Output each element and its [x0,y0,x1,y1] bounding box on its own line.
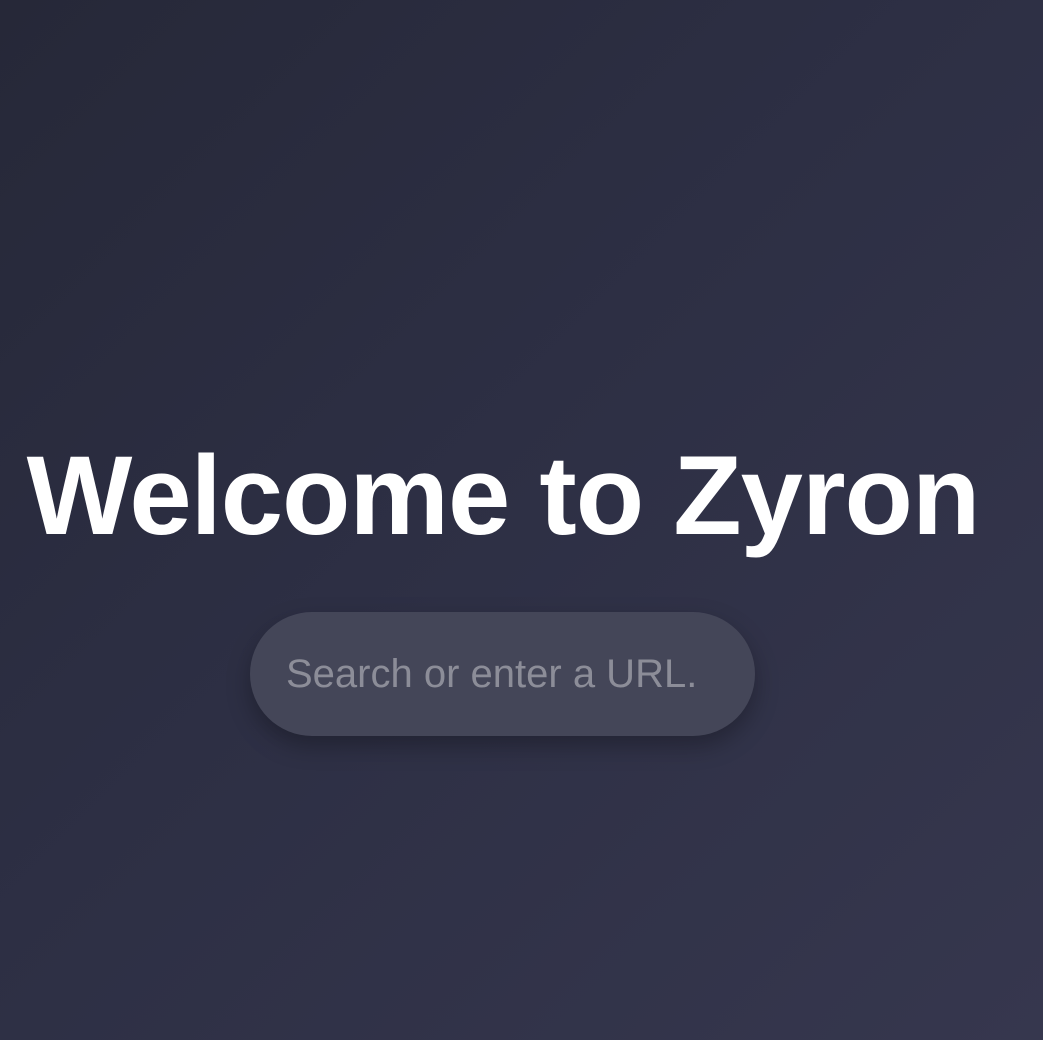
welcome-heading: Welcome to Zyron [26,433,981,558]
search-bar[interactable] [250,612,755,736]
new-tab-page: Welcome to Zyron [0,0,1043,1040]
search-input[interactable] [286,644,719,704]
